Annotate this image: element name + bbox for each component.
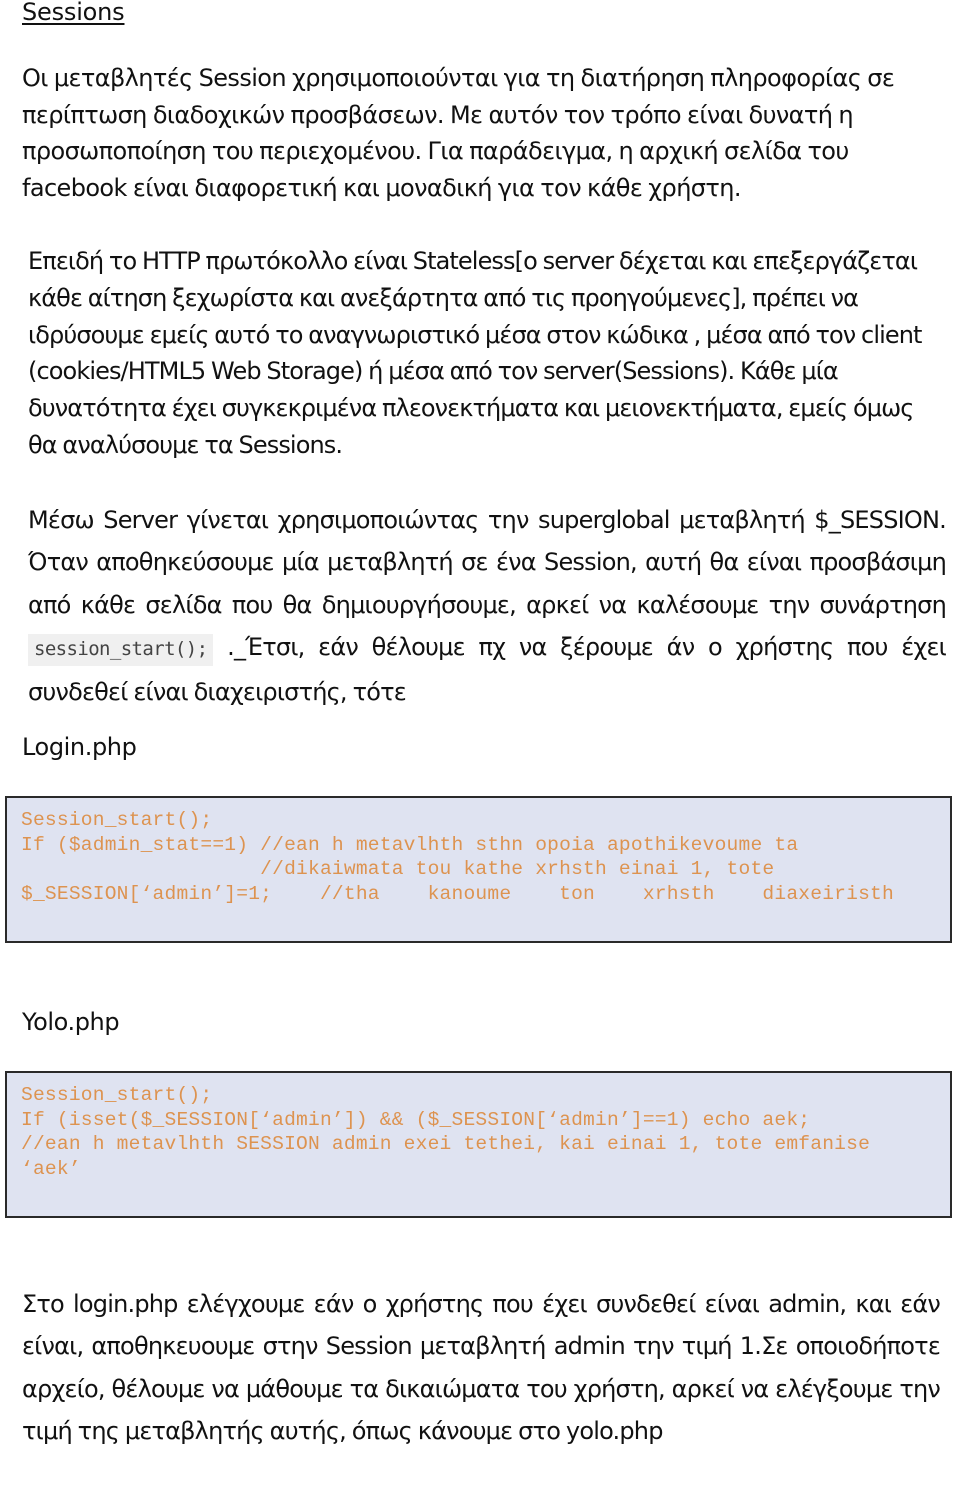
code-line: $_SESSION[‘admin’]=1; //tha kanoume ton …: [21, 882, 894, 905]
intro-paragraph: Οι μεταβλητές Session χρησιμοποιούνται γ…: [22, 64, 895, 202]
code-line: If ($admin_stat==1) //ean h metavlhth st…: [21, 833, 799, 856]
code-line: //dikaiwmata tou kathe xrhsth einai 1, t…: [21, 858, 775, 880]
server-session-paragraph: Μέσω Server γίνεται χρησιμοποιώντας την …: [22, 499, 947, 713]
code-line: //ean h metavlhth SESSION admin exei tet…: [21, 1133, 871, 1155]
code-line: Session_start();: [21, 809, 213, 831]
server-paragraph-text-start: Μέσω Server γίνεται χρησιμοποιώντας την …: [28, 506, 947, 619]
summary-paragraph: Στο login.php ελέγχουμε εάν ο χρήστης πο…: [22, 1290, 941, 1446]
stateless-paragraph: Επειδή το HTTP πρωτόκολλο είναι Stateles…: [28, 247, 922, 459]
code-line: ‘aek’: [21, 1157, 81, 1180]
login-file-label: Login.php: [22, 733, 137, 761]
code-line: If (isset($_SESSION[‘admin’]) && ($_SESS…: [21, 1108, 811, 1131]
login-code-block: Session_start(); If ($admin_stat==1) //e…: [5, 796, 952, 943]
yolo-code-block: Session_start(); If (isset($_SESSION[‘ad…: [5, 1071, 952, 1218]
yolo-file-label: Yolo.php: [22, 1008, 120, 1036]
code-line: Session_start();: [21, 1084, 213, 1106]
inline-code-session-start: session_start();: [28, 634, 214, 667]
page-title: Sessions: [22, 0, 125, 26]
